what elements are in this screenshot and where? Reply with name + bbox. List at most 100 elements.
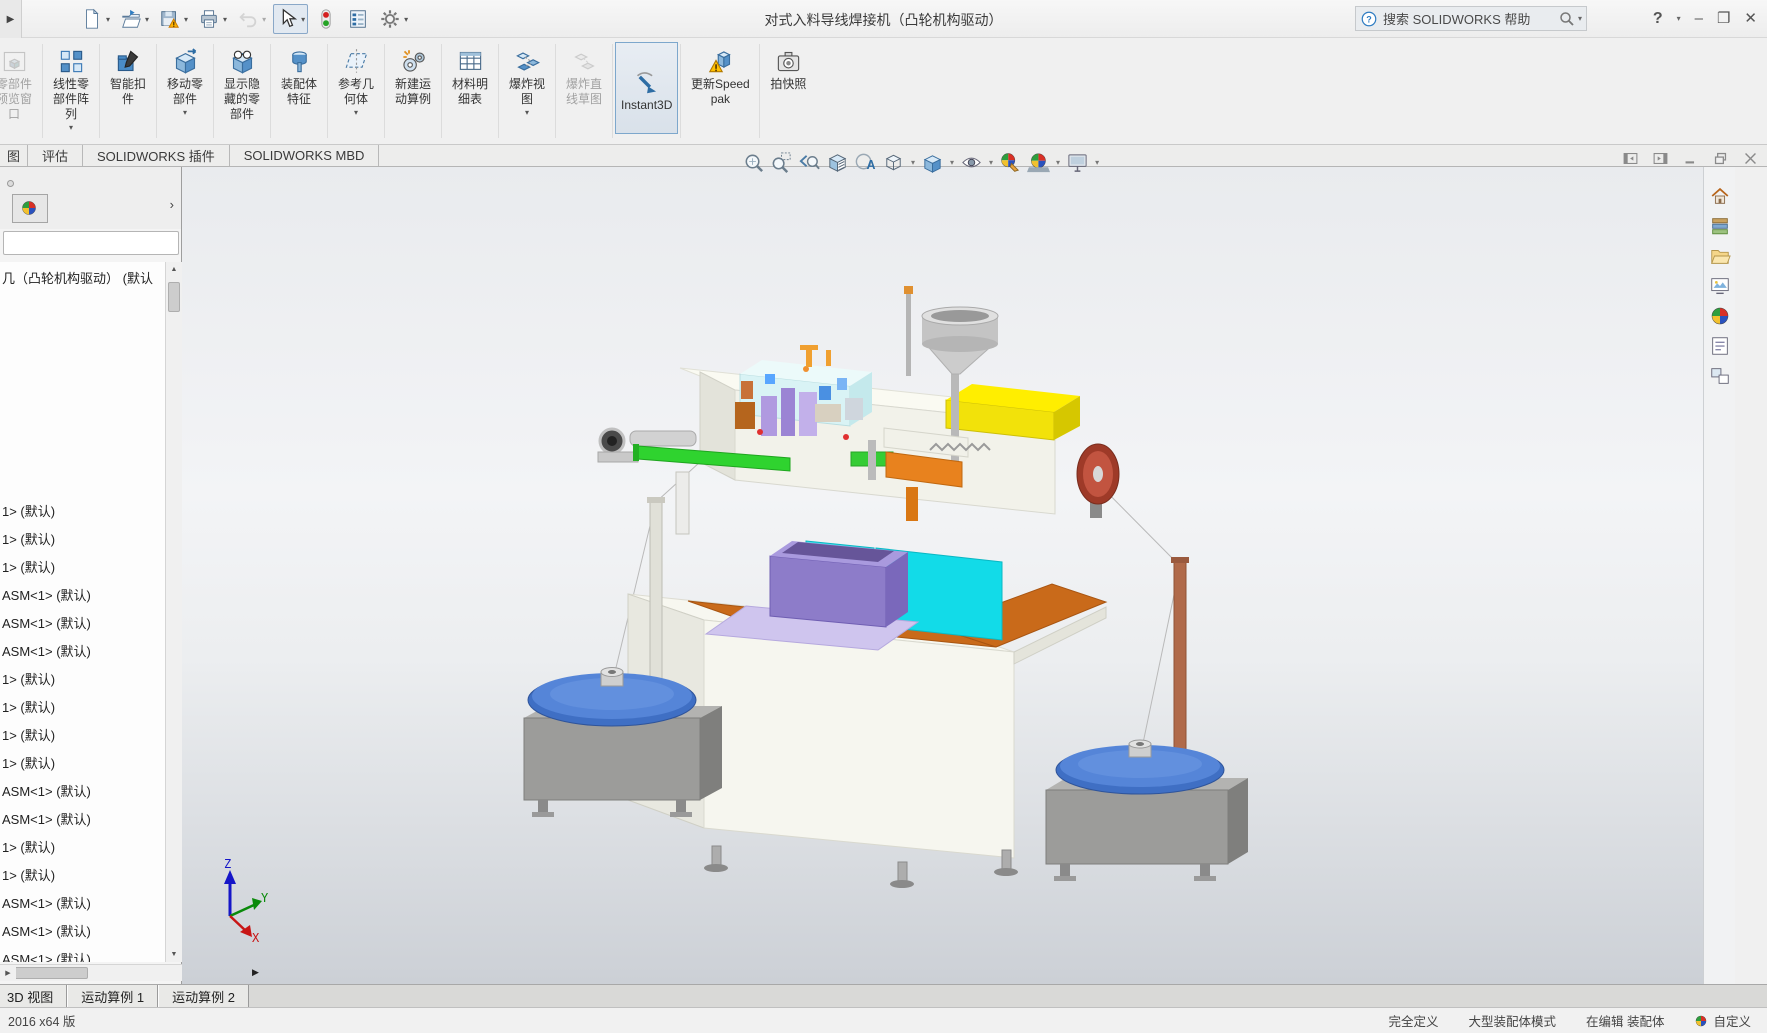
upper-machine-body[interactable]: [679, 360, 1080, 515]
tree-item[interactable]: 1> (默认): [2, 697, 55, 716]
dropdown-caret-icon[interactable]: ▾: [145, 15, 149, 24]
tree-item[interactable]: 1> (默认): [2, 669, 55, 688]
tab-sketch[interactable]: 图: [0, 145, 28, 166]
select-button[interactable]: ▾: [273, 4, 309, 34]
bill-of-materials-button[interactable]: 材料明细表: [444, 42, 496, 107]
tree-vertical-scrollbar[interactable]: ▲ ▼: [165, 262, 182, 962]
close-button[interactable]: ✕: [1744, 6, 1757, 31]
right-turntable[interactable]: [1045, 739, 1248, 881]
dropdown-caret-icon[interactable]: ▾: [525, 108, 529, 117]
show-hidden-components-button[interactable]: 显示隐藏的零部件: [216, 42, 268, 122]
dropdown-caret-icon[interactable]: ▾: [184, 15, 188, 24]
tree-filter-input[interactable]: [3, 231, 179, 255]
dropdown-caret-icon[interactable]: ▾: [989, 158, 993, 167]
dropdown-caret-icon[interactable]: ▾: [404, 15, 408, 24]
tree-item[interactable]: 1> (默认): [2, 501, 55, 520]
tab-solidworks-addins[interactable]: SOLIDWORKS 插件: [83, 145, 230, 166]
linear-component-pattern-button[interactable]: 线性零部件阵列 ▾: [45, 42, 97, 132]
tree-item[interactable]: ASM<1> (默认): [2, 949, 91, 962]
view-orientation-icon[interactable]: [882, 151, 905, 174]
custom-properties-icon[interactable]: [1709, 335, 1731, 357]
component-preview-window-button[interactable]: 零部件预览窗口: [0, 42, 40, 122]
solidworks-resources-icon[interactable]: [1709, 185, 1731, 207]
tab-solidworks-mbd[interactable]: SOLIDWORKS MBD: [230, 145, 380, 166]
tab-scroll-arrow-icon[interactable]: ▶: [252, 967, 259, 978]
save-button[interactable]: ▾: [156, 4, 191, 34]
tree-item[interactable]: 1> (默认): [2, 837, 55, 856]
dropdown-caret-icon[interactable]: ▾: [1095, 158, 1099, 167]
cad-model[interactable]: Z Y X: [182, 167, 1735, 984]
tree-item[interactable]: ASM<1> (默认): [2, 893, 91, 912]
dropdown-caret-icon[interactable]: ▾: [911, 158, 915, 167]
scroll-right-icon[interactable]: ▶: [0, 966, 16, 980]
reference-geometry-button[interactable]: 参考几何体 ▾: [330, 42, 382, 117]
tab-evaluate[interactable]: 评估: [28, 145, 84, 166]
document-properties-button[interactable]: [344, 4, 372, 34]
display-style-icon[interactable]: [921, 151, 944, 174]
graphics-viewport[interactable]: Z Y X: [182, 167, 1735, 984]
wire-spool-right-top[interactable]: [1076, 443, 1120, 518]
search-input[interactable]: ? 搜索 SOLIDWORKS 帮助 ▾: [1355, 6, 1587, 31]
dropdown-caret-icon[interactable]: ▾: [106, 15, 110, 24]
dropdown-caret-icon[interactable]: ▾: [950, 158, 954, 167]
dynamic-annotation-views-icon[interactable]: A: [854, 151, 877, 174]
design-library-icon[interactable]: [1709, 215, 1731, 237]
tree-root-item[interactable]: 几（凸轮机构驱动） (默认: [2, 268, 162, 287]
pin-icon[interactable]: [7, 180, 14, 187]
exploded-view-button[interactable]: 爆炸视图 ▾: [501, 42, 553, 117]
tree-item[interactable]: ASM<1> (默认): [2, 613, 91, 632]
tree-item[interactable]: 1> (默认): [2, 753, 55, 772]
dropdown-caret-icon[interactable]: ▾: [262, 15, 266, 24]
take-snapshot-button[interactable]: 拍快照: [762, 42, 814, 92]
shelf-panels[interactable]: [704, 540, 1003, 651]
options-button[interactable]: ▾: [376, 4, 411, 34]
solidworks-forum-icon[interactable]: [1709, 365, 1731, 387]
view-settings-icon[interactable]: [1066, 151, 1089, 174]
tab-motion-study-2[interactable]: 运动算例 2: [158, 985, 249, 1007]
dropdown-caret-icon[interactable]: ▾: [223, 15, 227, 24]
tree-item[interactable]: ASM<1> (默认): [2, 921, 91, 940]
tree-horizontal-scrollbar[interactable]: ▶: [0, 964, 182, 981]
customize-status-bar[interactable]: 自定义: [1694, 1011, 1751, 1030]
tree-item[interactable]: 1> (默认): [2, 557, 55, 576]
update-speedpak-button[interactable]: 更新Speedpak: [683, 42, 757, 107]
tree-item[interactable]: 1> (默认): [2, 865, 55, 884]
interface-speed-button[interactable]: [312, 4, 340, 34]
tree-item[interactable]: ASM<1> (默认): [2, 641, 91, 660]
assembly-features-button[interactable]: 装配体特征: [273, 42, 325, 107]
zoom-to-area-icon[interactable]: [770, 151, 793, 174]
panel-expand-icon[interactable]: ›: [170, 197, 174, 212]
tree-item[interactable]: ASM<1> (默认): [2, 585, 91, 604]
help-caret-icon[interactable]: ▾: [1677, 14, 1681, 23]
appearances-scenes-icon[interactable]: [1709, 305, 1731, 327]
new-motion-study-button[interactable]: 新建运动算例: [387, 42, 439, 107]
file-explorer-icon[interactable]: [1709, 245, 1731, 267]
tab-motion-study-1[interactable]: 运动算例 1: [67, 985, 159, 1007]
tree-item[interactable]: 1> (默认): [2, 725, 55, 744]
tab-3d-view[interactable]: 3D 视图: [0, 985, 68, 1007]
move-component-button[interactable]: 移动零部件 ▾: [159, 42, 211, 117]
minimize-document-button[interactable]: [1682, 150, 1699, 167]
previous-view-icon[interactable]: [798, 151, 821, 174]
dropdown-caret-icon[interactable]: ▾: [301, 15, 305, 24]
feature-tree[interactable]: 几（凸轮机构驱动） (默认 1> (默认) 1> (默认) 1> (默认) ASM<1…: [0, 262, 182, 962]
section-view-icon[interactable]: [826, 151, 849, 174]
scroll-up-icon[interactable]: ▲: [166, 262, 182, 277]
collapse-left-pane-button[interactable]: [1622, 150, 1639, 167]
restore-document-button[interactable]: [1712, 150, 1729, 167]
explode-line-sketch-button[interactable]: 爆炸直线草图: [558, 42, 610, 107]
open-button[interactable]: ▾: [117, 4, 152, 34]
scroll-down-icon[interactable]: ▼: [166, 947, 182, 962]
hide-show-items-icon[interactable]: [960, 151, 983, 174]
zoom-to-fit-icon[interactable]: [742, 151, 765, 174]
flyout-arrow-icon[interactable]: ▶: [0, 0, 22, 38]
tree-item[interactable]: 1> (默认): [2, 529, 55, 548]
search-options-caret-icon[interactable]: ▾: [1578, 14, 1582, 23]
dropdown-caret-icon[interactable]: ▾: [69, 123, 73, 132]
view-palette-icon[interactable]: [1709, 275, 1731, 297]
apply-scene-icon[interactable]: [1027, 151, 1051, 174]
restore-button[interactable]: ❐: [1717, 6, 1730, 31]
search-icon[interactable]: [1558, 10, 1576, 28]
dropdown-caret-icon[interactable]: ▾: [354, 108, 358, 117]
close-document-button[interactable]: [1742, 150, 1759, 167]
